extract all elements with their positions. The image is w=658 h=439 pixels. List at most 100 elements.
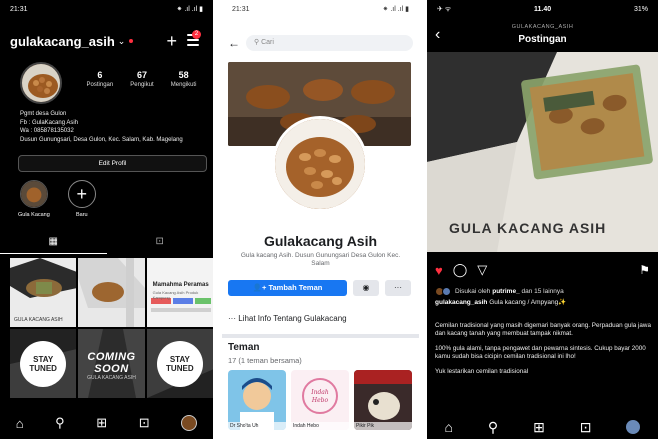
page-profile-photo[interactable] <box>272 116 368 212</box>
highlight-label: Gula Kacang <box>18 212 50 218</box>
stay-tuned-badge: STAY TUNED <box>156 340 203 387</box>
profile-stats: 6 Postingan 67 Pengikut 58 Mengikuti <box>78 70 205 88</box>
post-thumbnail[interactable]: STAY TUNED <box>10 329 77 398</box>
page-info-link[interactable]: ··· Lihat Info Tentang Gulakacang <box>228 314 413 323</box>
friends-count: 17 (1 teman bersama) <box>228 356 302 365</box>
stat-following[interactable]: 58 Mengikuti <box>171 70 197 88</box>
story-highlights: Gula Kacang + Baru <box>18 180 96 218</box>
shop-icon[interactable]: ⊡ <box>139 415 150 431</box>
post-paragraph: 100% gula alami, tanpa pengawet dan pewa… <box>435 345 646 360</box>
likes-suffix: dan 15 lainnya <box>521 288 564 295</box>
battery-level: 31% <box>633 5 648 13</box>
post-owner-username: GULAKACANG_ASIH <box>511 24 574 30</box>
stat-posts[interactable]: 6 Postingan <box>87 70 114 88</box>
add-friend-button[interactable]: 👤+ Tambah Teman <box>228 280 347 296</box>
bio-line: Wa : 085878135032 <box>20 128 74 134</box>
caption-username[interactable]: gulakacang_asih <box>435 299 487 306</box>
post-actions: ♥ ◯ ▽ ⚑ <box>435 262 650 278</box>
post-thumbnail[interactable]: Mamahma Peramas Gula Kacang Asih Produk … <box>146 258 213 327</box>
svg-text:Indah: Indah <box>310 389 329 396</box>
likes-text: Disukai oleh putrime_ dan 15 lainnya <box>455 288 564 295</box>
search-input[interactable]: ⚲ Cari <box>246 35 413 51</box>
shop-icon[interactable]: ⊡ <box>580 419 592 436</box>
comment-icon[interactable]: ◯ <box>453 262 468 278</box>
chevron-down-icon[interactable]: ⌄ <box>118 36 126 47</box>
new-highlight[interactable]: + Baru <box>67 180 96 218</box>
status-bar: 21:31 ⁕ .ıl .ıl ▮ <box>222 0 419 18</box>
post-menu-subtitle: Gula Kacang Asih Produk Kampung <box>152 290 199 300</box>
back-arrow-icon[interactable]: ← <box>228 36 246 50</box>
status-icons: ⁕ .ıl .ıl ▮ <box>382 6 409 13</box>
page-actions: 👤+ Tambah Teman ◉ ··· <box>228 280 411 296</box>
tagged-tab-icon[interactable]: ⊡ <box>107 236 214 254</box>
add-icon[interactable]: ⊞ <box>96 415 107 431</box>
bio-line: Pgmt desa Gulon <box>20 111 67 117</box>
post-thumbnail[interactable]: COMING SOON GULA KACANG ASIH <box>78 329 145 398</box>
search-placeholder: Cari <box>261 39 274 46</box>
stat-following-label: Mengikuti <box>170 82 197 88</box>
status-bar: 21:31 ⁕ .ıl .ıl ▮ <box>0 0 213 18</box>
post-thumbnail[interactable]: STAY TUNED <box>146 329 213 398</box>
post-thumbnail[interactable]: GULA KACANG ASIH <box>10 258 77 327</box>
post-menu-title: Mamahma Peramas <box>152 282 209 288</box>
likes-row[interactable]: Disukai oleh putrime_ dan 15 lainnya <box>435 287 652 296</box>
add-friend-icon: 👤+ <box>252 283 269 292</box>
menu-icon[interactable]: 2 <box>187 30 201 46</box>
post-image[interactable]: GULA KACANG ASIH <box>427 52 658 252</box>
edit-profile-button[interactable]: Edit Profil <box>18 155 207 172</box>
post-body: Cemilan tradisional yang masih digemari … <box>435 322 652 383</box>
add-friend-label: Tambah Teman <box>268 283 323 292</box>
page-name: Gulakacang Asih <box>263 233 378 249</box>
section-divider <box>222 334 419 338</box>
add-icon[interactable]: ⊞ <box>533 419 545 436</box>
posts-grid: GULA KACANG ASIH Mamahma Peramas Gula Ka… <box>10 258 213 398</box>
liked-user[interactable]: putrime_ <box>492 288 519 295</box>
profile-avatar-icon[interactable] <box>626 420 641 434</box>
menu-badge: 2 <box>192 30 201 39</box>
stat-followers-label: Pengikut <box>130 82 154 88</box>
profile-username[interactable]: gulakacang_asih <box>10 34 115 49</box>
messenger-icon: ◉ <box>362 283 370 292</box>
facebook-page-screen: 21:31 ⁕ .ıl .ıl ▮ ← ⚲ Cari Gulakacang As… <box>222 0 419 439</box>
post-screen-title: Postingan <box>518 34 567 45</box>
info-link-text: Lihat Info Tentang Gulakacang <box>238 314 347 323</box>
more-info-icon: ··· <box>228 314 239 323</box>
search-bar: ← ⚲ Cari <box>228 34 413 52</box>
stat-followers-count: 67 <box>136 70 147 80</box>
grid-tab-icon[interactable]: ▦ <box>0 236 107 254</box>
more-icon: ··· <box>394 283 402 292</box>
status-icons-left: ✈ ᯤ <box>437 5 452 13</box>
search-icon[interactable]: ⚲ <box>488 419 498 436</box>
profile-avatar-icon[interactable] <box>181 415 198 431</box>
share-icon[interactable]: ▽ <box>477 262 487 278</box>
coming-soon-text: COMING SOON <box>87 351 136 375</box>
search-icon[interactable]: ⚲ <box>55 415 65 431</box>
friend-card[interactable]: Indah Hebo Indah Hebo <box>291 370 349 430</box>
post-paragraph: Cemilan tradisional yang masih digemari … <box>435 322 651 337</box>
likes-prefix: Disukai oleh <box>455 288 491 295</box>
notification-dot <box>129 39 134 43</box>
home-icon[interactable]: ⌂ <box>444 419 452 435</box>
page-description: Gula kacang Asih. Dusun Gunungsari Desa … <box>240 252 401 267</box>
stat-followers[interactable]: 67 Pengikut <box>130 70 153 88</box>
heart-icon[interactable]: ♥ <box>435 263 443 278</box>
bio-line: Fb : GulaKacang Asih <box>20 119 79 126</box>
instagram-post-screen: ✈ ᯤ 11.40 31% ‹ GULAKACANG_ASIH Postinga… <box>427 0 658 439</box>
bottom-nav: ⌂ ⚲ ⊞ ⊡ <box>427 415 658 439</box>
instagram-profile-screen: 21:31 ⁕ .ıl .ıl ▮ gulakacang_asih ⌄ + 2 … <box>0 0 213 439</box>
post-caption: gulakacang_asih Gula kacang / Ampyang✨ <box>435 299 652 308</box>
friend-card[interactable]: Dr Sho'ta Uh <box>228 370 286 430</box>
add-post-icon[interactable]: + <box>166 30 177 52</box>
home-icon[interactable]: ⌂ <box>16 416 24 431</box>
profile-avatar[interactable] <box>20 62 62 104</box>
more-button[interactable]: ··· <box>385 280 411 296</box>
bio-line: Dusun Gunungsari, Desa Gulon, Kec. Salam… <box>20 136 183 143</box>
liker-avatar <box>442 287 451 296</box>
messenger-button[interactable]: ◉ <box>353 280 379 296</box>
friend-card[interactable]: Pikir Pik <box>354 370 412 430</box>
bookmark-icon[interactable]: ⚑ <box>639 263 650 277</box>
post-thumbnail[interactable] <box>78 258 145 327</box>
highlight-item[interactable]: Gula Kacang <box>18 180 50 218</box>
status-icons: ⁕ .ıl .ıl ▮ <box>176 6 203 13</box>
stat-following-count: 58 <box>178 70 189 80</box>
